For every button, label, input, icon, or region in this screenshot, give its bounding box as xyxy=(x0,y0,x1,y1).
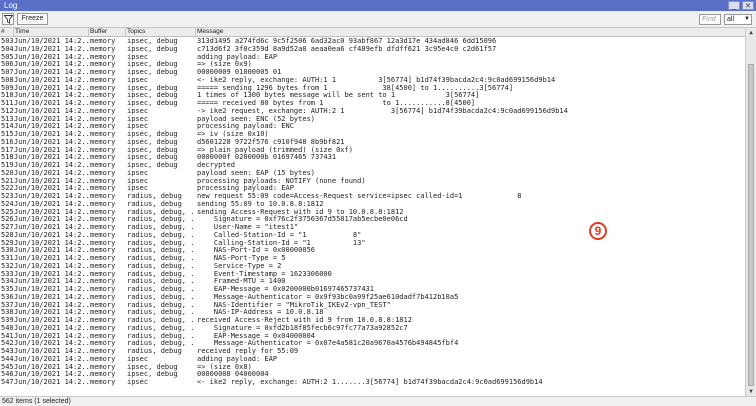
chevron-down-icon: ▼ xyxy=(744,16,750,22)
column-header-number[interactable]: # xyxy=(0,28,14,36)
cell-buffer: memory xyxy=(90,378,116,386)
freeze-button[interactable]: Freeze xyxy=(17,13,48,25)
log-table: # Time Buffer Topics Message 503 Jun/10/2… xyxy=(0,28,745,396)
topics-select[interactable]: all ▼ xyxy=(724,14,752,25)
table-row[interactable]: 547 Jun/10/2021 14:2... memory ipsec <- ike2… xyxy=(0,378,745,386)
window-title: Log xyxy=(4,1,18,10)
toolbar: Freeze Find all ▼ xyxy=(0,11,756,28)
annotation-marker: 9 xyxy=(589,222,607,240)
close-button[interactable]: ✕ xyxy=(742,1,754,10)
column-header-buffer[interactable]: Buffer xyxy=(89,28,126,36)
cell-time: Jun/10/2021 14:2... xyxy=(14,378,89,386)
scroll-down-icon[interactable]: ▼ xyxy=(747,388,755,395)
filter-icon xyxy=(3,15,13,24)
cell-topics: ipsec xyxy=(127,378,149,386)
window-titlebar: Log _ ✕ xyxy=(0,0,756,11)
scroll-up-icon[interactable]: ▲ xyxy=(747,29,755,36)
find-input[interactable]: Find xyxy=(699,14,721,25)
cell-number: 547 xyxy=(1,378,14,386)
column-header-time[interactable]: Time xyxy=(14,28,89,36)
column-header-message[interactable]: Message xyxy=(196,28,745,36)
status-bar: 562 items (1 selected) xyxy=(0,396,756,406)
scrollbar-thumb[interactable] xyxy=(748,64,754,386)
filter-button[interactable] xyxy=(2,13,14,25)
window-controls: _ ✕ xyxy=(728,1,754,10)
column-header-topics[interactable]: Topics xyxy=(126,28,196,36)
topics-select-value: all xyxy=(727,16,735,23)
table-header: # Time Buffer Topics Message xyxy=(0,28,745,37)
minimize-button[interactable]: _ xyxy=(728,1,740,10)
vertical-scrollbar[interactable]: ▲ ▼ xyxy=(745,28,756,396)
cell-message: <- ike2 reply, exchange: AUTH:2 1.......… xyxy=(197,378,543,386)
